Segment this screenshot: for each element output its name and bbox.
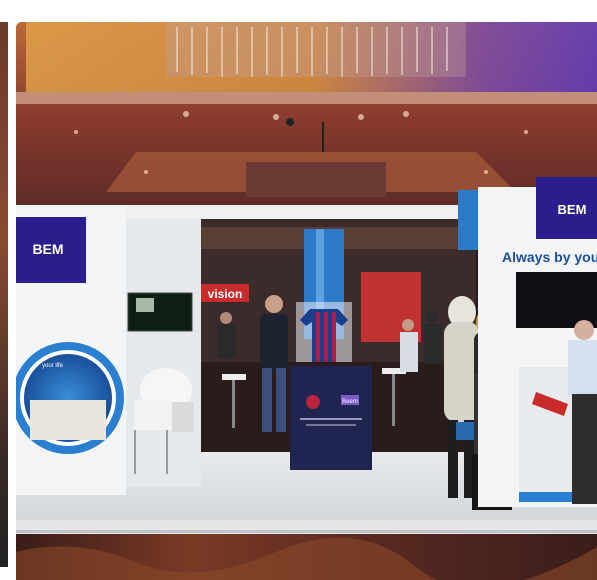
vision-sign-text: vision: [208, 287, 243, 301]
exhibition-booth-photo: vision BEM your life Beem BEM Always by …: [16, 22, 597, 580]
right-booth-slogan: Always by you: [502, 249, 597, 265]
right-booth-logo: BEM: [558, 202, 587, 217]
left-booth-logo: BEM: [32, 241, 63, 257]
adjacent-photo-edge: [0, 22, 8, 567]
circle-panel-text: your life: [42, 363, 64, 369]
booth-scene: vision BEM your life Beem BEM Always by …: [16, 22, 597, 580]
photo-frame: vision BEM your life Beem BEM Always by …: [0, 0, 597, 580]
counter-logo-text: Beem: [342, 399, 358, 405]
